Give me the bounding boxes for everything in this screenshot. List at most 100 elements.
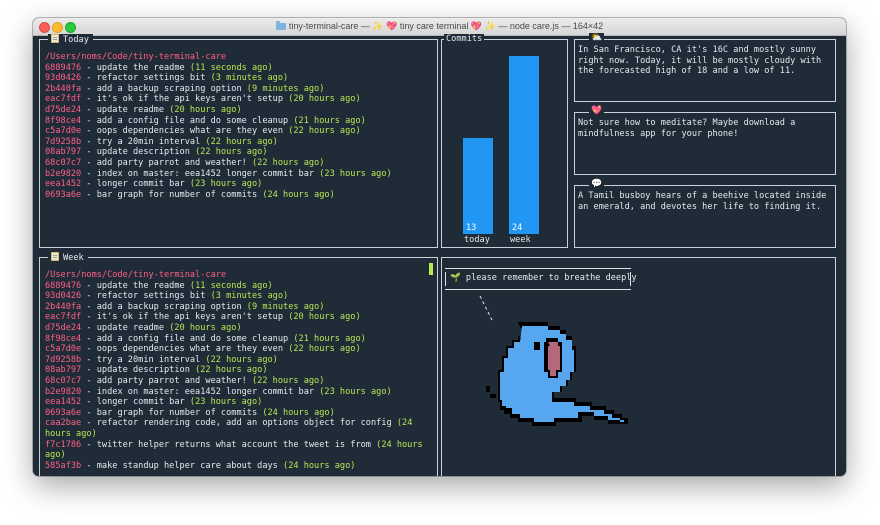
commit-row: b2e9820 - index on master: eea1452 longe… xyxy=(45,169,433,180)
commit-message: oops dependencies what are they even xyxy=(96,344,289,355)
commit-message: make standup helper care about days xyxy=(96,460,284,471)
commit-time: (22 hours ago) xyxy=(251,375,325,386)
commit-message: longer commit bar xyxy=(96,397,190,408)
commit-message: update description xyxy=(96,147,196,158)
commit-row: 2b440fa - add a backup scraping option (… xyxy=(45,302,429,313)
commit-row: 7d9258b - try a 20min interval (22 hours… xyxy=(45,137,433,148)
speech-bubble-icon: 💬 xyxy=(589,179,605,189)
terminal-body: Today /Users/noms/Code/tiny-terminal-car… xyxy=(33,33,846,476)
commit-separator: - xyxy=(81,439,97,450)
commit-row: eea1452 - longer commit bar (23 hours ag… xyxy=(45,179,433,190)
commit-time: (23 hours ago) xyxy=(319,386,392,397)
commit-row: eac7fdf - it's ok if the api keys aren't… xyxy=(45,312,429,323)
commit-row: 68c07c7 - add party parrot and weather! … xyxy=(45,376,429,387)
terminal-window: tiny-terminal-care — ✨ 💖 tiny care termi… xyxy=(33,18,846,476)
self-care-text: Not sure how to meditate? Maybe download… xyxy=(578,118,796,139)
today-panel: Today /Users/noms/Code/tiny-terminal-car… xyxy=(39,34,438,248)
commit-hash: c5a7d0e xyxy=(45,126,82,137)
commit-row: 8f98ce4 - add a config file and do some … xyxy=(45,116,433,127)
commit-message: index on master: eea1452 longer commit b… xyxy=(96,386,320,397)
speech-bubble: 🌱 please remember to breathe deeply xyxy=(450,273,637,283)
commit-separator: - xyxy=(81,62,97,73)
week-commit-log: /Users/noms/Code/tiny-terminal-care 68894… xyxy=(45,270,429,471)
notepad-icon xyxy=(51,34,59,43)
commit-row: b2e9820 - index on master: eea1452 longe… xyxy=(45,387,429,398)
heart-icon: 💖 xyxy=(470,21,483,31)
commit-row: c5a7d0e - oops dependencies what are the… xyxy=(45,344,429,355)
commit-separator: - xyxy=(81,386,97,397)
commit-time: (22 hours ago) xyxy=(205,354,278,365)
commit-time: (23 hours ago) xyxy=(189,397,263,408)
commit-separator: - xyxy=(81,291,97,302)
commit-hash: eac7fdf xyxy=(45,94,82,105)
heart-icon: 💖 xyxy=(386,21,398,31)
commit-time: (24 hours ago) xyxy=(283,460,356,471)
weather-text: In San Francisco, CA it's 16C and mostly… xyxy=(578,45,822,77)
commit-separator: - xyxy=(81,460,97,471)
commit-time: (24 hours ago) xyxy=(262,189,335,200)
window-title-prefix: tiny-terminal-care — xyxy=(288,21,370,31)
commits-bar-label: today xyxy=(464,235,490,245)
commit-hash: caa2bae xyxy=(45,418,82,429)
commit-separator: - xyxy=(81,301,97,312)
title-bar: tiny-terminal-care — ✨ 💖 tiny care termi… xyxy=(33,18,846,36)
speech-bubble-bottom xyxy=(445,289,631,290)
commit-separator: - xyxy=(81,407,97,418)
commit-message: add a backup scraping option xyxy=(96,83,247,94)
commit-row: 0693a6e - bar graph for number of commit… xyxy=(45,190,433,201)
commit-message: bar graph for number of commits xyxy=(96,407,263,418)
commit-row: 585af3b - make standup helper care about… xyxy=(45,461,429,472)
commit-hash: 68c07c7 xyxy=(45,157,82,168)
commit-separator: - xyxy=(81,126,97,137)
commit-separator: - xyxy=(81,104,97,115)
commit-row: 68c07c7 - add party parrot and weather! … xyxy=(45,158,433,169)
commit-hash: 585af3b xyxy=(45,460,82,471)
commit-time: (23 hours ago) xyxy=(319,168,392,179)
parrot-eye xyxy=(534,342,540,350)
commit-hash: c5a7d0e xyxy=(45,344,82,355)
commit-hash: eac7fdf xyxy=(45,312,82,323)
commit-message: bar graph for number of commits xyxy=(96,189,263,200)
parrot-message: please remember to breathe deeply xyxy=(465,273,637,283)
commit-row: 6889476 - update the readme (11 seconds … xyxy=(45,281,429,292)
commit-separator: - xyxy=(81,73,97,84)
commit-separator: - xyxy=(81,83,97,94)
commit-time: (22 hours ago) xyxy=(195,365,268,376)
commits-bar-chart: 13 today 24 week xyxy=(442,40,567,247)
commit-row: eea1452 - longer commit bar (23 hours ag… xyxy=(45,397,429,408)
commit-separator: - xyxy=(81,168,97,179)
commit-hash: 08ab797 xyxy=(45,147,82,158)
commit-row: 6889476 - update the readme (11 seconds … xyxy=(45,63,433,74)
commit-time: (9 minutes ago) xyxy=(246,301,325,312)
commit-separator: - xyxy=(81,365,97,376)
commit-hash: f7c1786 xyxy=(45,439,82,450)
speech-bubble-left xyxy=(445,272,446,286)
commit-hash: eea1452 xyxy=(45,179,82,190)
commits-bar-value: 13 xyxy=(466,223,477,233)
commit-message: add a config file and do some cleanup xyxy=(96,333,294,344)
commit-separator: - xyxy=(81,157,97,168)
commit-row: caa2bae - refactor rendering code, add a… xyxy=(45,418,429,439)
commit-message: index on master: eea1452 longer commit b… xyxy=(96,168,320,179)
scrollbar-thumb[interactable] xyxy=(429,263,433,275)
commit-hash: 8f98ce4 xyxy=(45,333,82,344)
commit-separator: - xyxy=(81,115,97,126)
commit-time: (22 hours ago) xyxy=(195,147,268,158)
commit-separator: - xyxy=(81,397,97,408)
commit-separator: - xyxy=(81,375,97,386)
sparkles-icon: ✨ xyxy=(484,21,496,31)
commit-hash: 6889476 xyxy=(45,280,82,291)
commit-hash: 2b440fa xyxy=(45,83,82,94)
window-title-suffix: — node care.js — 164×42 xyxy=(498,21,604,31)
commit-separator: - xyxy=(81,179,97,190)
commit-message: add party parrot and weather! xyxy=(96,375,252,386)
commit-message: try a 20min interval xyxy=(96,354,206,365)
commit-separator: - xyxy=(81,312,97,323)
today-commit-log: /Users/noms/Code/tiny-terminal-care 68894… xyxy=(45,52,433,200)
commit-message: longer commit bar xyxy=(96,179,190,190)
sprout-icon: 🌱 xyxy=(450,273,461,283)
commit-message: add party parrot and weather! xyxy=(96,157,252,168)
commit-message: refactor rendering code, add an options … xyxy=(96,418,397,429)
commit-time: (24 hours ago) xyxy=(262,407,335,418)
commit-hash: 7d9258b xyxy=(45,354,82,365)
